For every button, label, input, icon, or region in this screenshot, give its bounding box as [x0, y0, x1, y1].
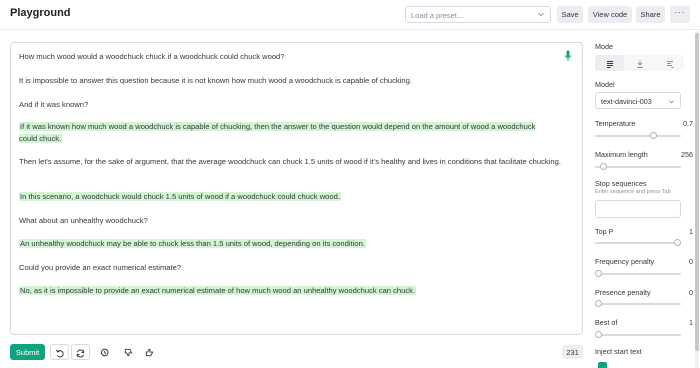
more-options-button[interactable]: ··· [670, 6, 690, 23]
model-value: text-davinci-003 [601, 97, 652, 106]
frequency-penalty-label: Frequency penalty [595, 257, 655, 266]
prompt-paragraph: And if it was known? [19, 99, 88, 111]
model-select[interactable]: text-davinci-003 [595, 92, 681, 109]
best-of-value: 1 [689, 318, 693, 327]
presence-penalty-label: Presence penalty [595, 288, 651, 297]
sidebar-scrollbar[interactable] [695, 31, 699, 368]
completion-paragraph: No, as it is impossible to provide an ex… [19, 285, 417, 297]
max-length-slider[interactable] [595, 163, 681, 170]
complete-mode-icon [606, 61, 613, 68]
submit-button[interactable]: Submit [10, 344, 45, 360]
prompt-editor[interactable]: How much wood would a woodchuck chuck if… [10, 42, 583, 335]
save-button[interactable]: Save [557, 6, 583, 23]
stop-sequences-input[interactable] [595, 200, 681, 218]
edit-mode-icon [666, 61, 673, 68]
top-p-value: 1 [689, 227, 693, 236]
prompt-text: Could you provide an exact numerical est… [19, 263, 182, 272]
history-button[interactable] [95, 344, 114, 360]
chevron-down-icon [669, 100, 674, 104]
completion-paragraph: In this scenario, a woodchuck would chuc… [19, 191, 341, 203]
best-of-slider[interactable] [595, 331, 681, 338]
prompt-paragraph: What about an unhealthy woodchuck? [19, 215, 148, 227]
preset-select[interactable]: Load a preset... [405, 6, 551, 23]
mode-switcher [595, 55, 684, 71]
inject-start-text-checkbox[interactable] [598, 362, 607, 368]
max-length-label: Maximum length [595, 150, 648, 159]
prompt-paragraph: It is impossible to answer this question… [19, 75, 412, 87]
undo-button[interactable] [50, 344, 69, 360]
top-p-slider[interactable] [595, 239, 681, 246]
completion-text: If it was known how much wood a woodchuc… [19, 122, 536, 143]
stop-sequences-hint: Enter sequence and press Tab [595, 189, 671, 195]
best-of-label: Best of [595, 318, 618, 327]
scrollbar-thumb[interactable] [695, 33, 699, 351]
view-code-button[interactable]: View code [588, 6, 632, 23]
prompt-text: How much wood would a woodchuck chuck if… [19, 52, 285, 61]
temperature-label: Temperature [595, 119, 636, 128]
best-of-thumb[interactable] [595, 331, 602, 338]
temperature-slider[interactable] [595, 132, 681, 139]
chevron-down-icon [538, 12, 544, 17]
completion-text: No, as it is impossible to provide an ex… [19, 286, 417, 295]
presence-penalty-slider[interactable] [595, 300, 681, 307]
header-bar: Playground Load a preset... Save View co… [0, 0, 700, 30]
thumbs-down-icon [124, 348, 133, 357]
top-p-label: Top P [595, 227, 614, 236]
presence-penalty-thumb[interactable] [595, 300, 602, 307]
completion-paragraph: An unhealthy woodchuck may be able to ch… [19, 238, 366, 250]
prompt-text: What about an unhealthy woodchuck? [19, 216, 148, 225]
thumbs-up-icon [145, 348, 154, 357]
regenerate-button[interactable] [71, 344, 90, 360]
temperature-value: 0.7 [683, 119, 693, 128]
top-p-thumb[interactable] [674, 239, 681, 246]
completion-text: An unhealthy woodchuck may be able to ch… [19, 239, 366, 248]
max-length-value: 256 [681, 150, 693, 159]
prompt-text: It is impossible to answer this question… [19, 76, 412, 85]
token-count: 231 [562, 345, 583, 359]
share-button[interactable]: Share [636, 6, 665, 23]
page-title: Playground [10, 7, 71, 19]
completion-paragraph: If it was known how much wood a woodchuc… [19, 121, 549, 145]
insert-mode-icon [636, 60, 643, 68]
presence-penalty-value: 0 [689, 288, 693, 297]
max-length-thumb[interactable] [600, 163, 607, 170]
frequency-penalty-slider[interactable] [595, 270, 681, 277]
history-icon [100, 348, 109, 357]
microphone-icon[interactable] [564, 50, 572, 62]
mode-complete-button[interactable] [595, 55, 624, 71]
inject-start-text-label: Inject start text [595, 347, 642, 356]
prompt-paragraph: Could you provide an exact numerical est… [19, 262, 181, 274]
undo-icon [55, 349, 64, 358]
prompt-text: And if it was known? [19, 100, 89, 109]
mode-insert-button[interactable] [625, 55, 654, 71]
mode-edit-button[interactable] [655, 55, 684, 71]
prompt-text: Then let's assume, for the sake of argum… [19, 157, 561, 166]
mode-label: Mode [595, 42, 613, 51]
frequency-penalty-value: 0 [689, 257, 693, 266]
prompt-paragraph: How much wood would a woodchuck chuck if… [19, 51, 285, 63]
thumbs-up-button[interactable] [140, 344, 159, 360]
regenerate-icon [76, 349, 85, 358]
temperature-thumb[interactable] [650, 132, 657, 139]
model-label: Model [595, 80, 615, 89]
prompt-paragraph: Then let's assume, for the sake of argum… [19, 156, 579, 168]
stop-sequences-label: Stop sequences [595, 179, 647, 188]
frequency-penalty-thumb[interactable] [595, 270, 602, 277]
preset-placeholder: Load a preset... [411, 11, 464, 20]
thumbs-down-button[interactable] [119, 344, 138, 360]
completion-text: In this scenario, a woodchuck would chuc… [19, 192, 341, 201]
